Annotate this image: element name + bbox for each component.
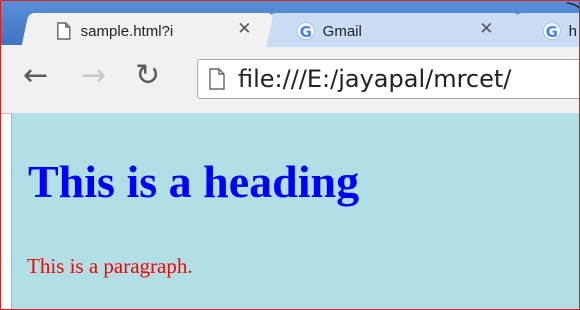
- close-icon[interactable]: ✕: [479, 19, 493, 39]
- page-heading: This is a heading: [28, 156, 360, 207]
- arrow-left-icon[interactable]: ←: [23, 59, 48, 93]
- page-icon: [209, 68, 225, 90]
- tab-gmail[interactable]: G Gmail ✕: [262, 13, 520, 47]
- browser-toolbar: ← → ↻ file:///E:/jayapal/mrcet/: [1, 45, 579, 114]
- address-url[interactable]: file:///E:/jayapal/mrcet/: [238, 65, 511, 93]
- tab-title: h: [568, 23, 578, 40]
- tab-google[interactable]: G h: [508, 13, 579, 47]
- page-icon: [57, 22, 71, 40]
- google-icon: G: [542, 22, 561, 41]
- close-icon[interactable]: ✕: [237, 19, 251, 39]
- address-bar[interactable]: file:///E:/jayapal/mrcet/: [197, 59, 579, 99]
- arrow-right-icon[interactable]: →: [81, 59, 106, 93]
- browser-window: sample.html?i ✕ G Gmail ✕ G h ← → ↻ file…: [0, 0, 580, 310]
- tab-title: sample.html?i: [80, 23, 174, 40]
- page-content: This is a heading This is a paragraph.: [11, 113, 579, 309]
- tab-sample-html[interactable]: sample.html?i ✕: [21, 13, 274, 47]
- google-icon: G: [296, 22, 315, 41]
- tab-title: Gmail: [322, 23, 362, 40]
- reload-icon[interactable]: ↻: [135, 59, 160, 93]
- page-paragraph: This is a paragraph.: [27, 254, 193, 278]
- tab-strip: sample.html?i ✕ G Gmail ✕ G h: [1, 1, 579, 47]
